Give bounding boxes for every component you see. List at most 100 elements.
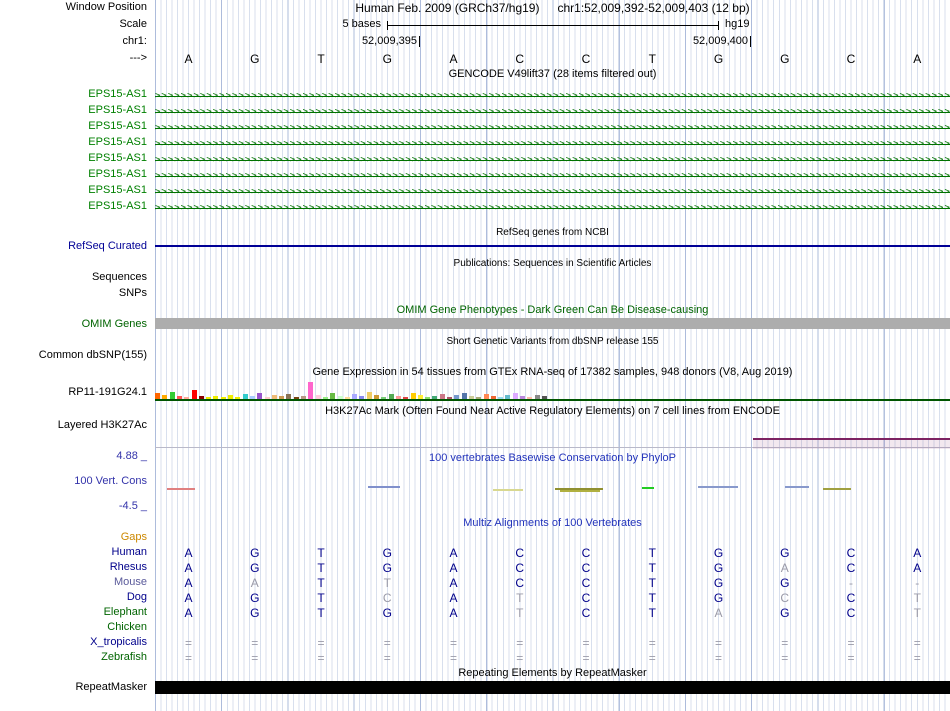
gtex-tissue-bar[interactable]	[293, 397, 299, 399]
gtex-tissue-bar[interactable]	[242, 394, 248, 399]
repeatmasker-track-label[interactable]: RepeatMasker	[0, 681, 147, 694]
multiz-track-title[interactable]: Multiz Alignments of 100 Vertebrates	[155, 517, 950, 530]
gencode-transcript-label[interactable]: EPS15-AS1	[0, 120, 147, 133]
gtex-tissue-bar[interactable]	[439, 394, 445, 399]
gtex-tissue-bar[interactable]	[417, 395, 423, 399]
gtex-tissue-bar[interactable]	[498, 397, 504, 399]
gtex-tissue-bar[interactable]	[206, 397, 212, 399]
gencode-transcript-arrows[interactable]: >>>>>>>>>>>>>>>>>>>>>>>>>>>>>>>>>>>>>>>>…	[155, 88, 950, 104]
gtex-tissue-bar[interactable]	[468, 396, 474, 399]
dbsnp-track-title[interactable]: Short Genetic Variants from dbSNP releas…	[155, 335, 950, 348]
dbsnp-track-label[interactable]: Common dbSNP(155)	[0, 349, 147, 362]
gtex-tissue-bar[interactable]	[403, 397, 409, 399]
gtex-tissue-bar[interactable]	[490, 396, 496, 399]
gtex-track-title[interactable]: Gene Expression in 54 tissues from GTEx …	[155, 366, 950, 379]
gencode-transcript-arrows[interactable]: >>>>>>>>>>>>>>>>>>>>>>>>>>>>>>>>>>>>>>>>…	[155, 120, 950, 136]
publications-track-title[interactable]: Publications: Sequences in Scientific Ar…	[155, 257, 950, 270]
gtex-tissue-bar[interactable]	[176, 396, 182, 399]
gtex-tissue-bar[interactable]	[359, 396, 365, 399]
sequences-track-label[interactable]: Sequences	[0, 271, 147, 284]
gencode-transcript-label[interactable]: EPS15-AS1	[0, 136, 147, 149]
alignment-species-label[interactable]: Zebrafish	[0, 651, 147, 664]
conservation-track-label[interactable]: 100 Vert. Cons	[0, 475, 147, 488]
gtex-tissue-bar[interactable]	[257, 393, 263, 399]
alignment-species-label[interactable]: Rhesus	[0, 561, 147, 574]
gencode-transcript-arrows[interactable]: >>>>>>>>>>>>>>>>>>>>>>>>>>>>>>>>>>>>>>>>…	[155, 200, 950, 216]
gencode-transcript-label[interactable]: EPS15-AS1	[0, 152, 147, 165]
gtex-expression-chart[interactable]	[155, 380, 950, 401]
gtex-tissue-bar[interactable]	[374, 395, 379, 399]
gtex-tissue-bar[interactable]	[220, 397, 226, 399]
gtex-tissue-bar[interactable]	[505, 395, 511, 399]
omim-track-label[interactable]: OMIM Genes	[0, 318, 147, 331]
gtex-tissue-bar[interactable]	[352, 394, 358, 399]
gtex-tissue-bar[interactable]	[432, 396, 438, 399]
repeatmasker-bar[interactable]	[155, 681, 950, 694]
gencode-transcript-arrows[interactable]: >>>>>>>>>>>>>>>>>>>>>>>>>>>>>>>>>>>>>>>>…	[155, 136, 950, 152]
gtex-tissue-bar[interactable]	[512, 393, 518, 399]
gtex-tissue-bar[interactable]	[527, 397, 533, 399]
gtex-tissue-bar[interactable]	[454, 395, 460, 399]
gtex-tissue-bar[interactable]	[541, 396, 547, 399]
gencode-transcript-label[interactable]: EPS15-AS1	[0, 104, 147, 117]
gtex-tissue-bar[interactable]	[447, 397, 452, 399]
refseq-gene-line[interactable]	[155, 245, 950, 247]
gtex-tissue-bar[interactable]	[169, 392, 175, 399]
gtex-tissue-bar[interactable]	[322, 397, 328, 399]
gtex-tissue-bar[interactable]	[483, 394, 489, 399]
gtex-tissue-bar[interactable]	[198, 396, 204, 399]
gencode-transcript-arrows[interactable]: >>>>>>>>>>>>>>>>>>>>>>>>>>>>>>>>>>>>>>>>…	[155, 104, 950, 120]
gtex-tissue-bar[interactable]	[249, 396, 255, 399]
track-image-area[interactable]: Human Feb. 2009 (GRCh37/hg19) chr1:52,00…	[155, 0, 950, 711]
gtex-tissue-bar[interactable]	[330, 393, 336, 399]
gtex-tissue-bar[interactable]	[191, 390, 197, 399]
gencode-transcript-label[interactable]: EPS15-AS1	[0, 88, 147, 101]
alignment-species-label[interactable]: X_tropicalis	[0, 636, 147, 649]
gtex-tissue-bar[interactable]	[271, 395, 277, 399]
omim-track-title[interactable]: OMIM Gene Phenotypes - Dark Green Can Be…	[155, 304, 950, 317]
gtex-tissue-bar[interactable]	[228, 395, 233, 399]
snps-track-label[interactable]: SNPs	[0, 287, 147, 300]
gtex-tissue-bar[interactable]	[461, 393, 467, 399]
refseq-track-title[interactable]: RefSeq genes from NCBI	[155, 226, 950, 239]
gencode-transcript-label[interactable]: EPS15-AS1	[0, 168, 147, 181]
gtex-tissue-bar[interactable]	[337, 396, 343, 399]
gtex-tissue-bar[interactable]	[476, 397, 482, 399]
gtex-tissue-bar[interactable]	[520, 396, 525, 399]
gtex-tissue-bar[interactable]	[264, 397, 270, 399]
gtex-tissue-bar[interactable]	[410, 393, 416, 399]
alignment-species-label[interactable]: Dog	[0, 591, 147, 604]
h3k27ac-signal-segment[interactable]	[753, 438, 950, 449]
gtex-tissue-bar[interactable]	[184, 397, 190, 399]
alignment-species-label[interactable]: Elephant	[0, 606, 147, 619]
gtex-tissue-bar[interactable]	[286, 394, 292, 399]
alignment-species-label[interactable]: Mouse	[0, 576, 147, 589]
gencode-transcript-arrows[interactable]: >>>>>>>>>>>>>>>>>>>>>>>>>>>>>>>>>>>>>>>>…	[155, 184, 950, 200]
gtex-tissue-bar[interactable]	[534, 395, 540, 399]
gencode-transcript-arrows[interactable]: >>>>>>>>>>>>>>>>>>>>>>>>>>>>>>>>>>>>>>>>…	[155, 168, 950, 184]
gencode-transcript-arrows[interactable]: >>>>>>>>>>>>>>>>>>>>>>>>>>>>>>>>>>>>>>>>…	[155, 152, 950, 168]
omim-gene-bar[interactable]	[155, 318, 950, 329]
h3k27ac-track-label[interactable]: Layered H3K27Ac	[0, 419, 147, 432]
conservation-plot[interactable]	[155, 478, 950, 508]
gtex-tissue-bar[interactable]	[315, 395, 321, 399]
gtex-tissue-bar[interactable]	[279, 396, 285, 399]
gtex-tissue-bar[interactable]	[381, 397, 387, 399]
alignment-species-label[interactable]: Chicken	[0, 621, 147, 634]
alignment-species-label[interactable]: Human	[0, 546, 147, 559]
gtex-tissue-bar[interactable]	[344, 397, 350, 399]
gencode-transcript-label[interactable]: EPS15-AS1	[0, 184, 147, 197]
h3k27ac-track-title[interactable]: H3K27Ac Mark (Often Found Near Active Re…	[155, 405, 950, 418]
phylop-track-title[interactable]: 100 vertebrates Basewise Conservation by…	[155, 452, 950, 465]
refseq-track-label[interactable]: RefSeq Curated	[0, 240, 147, 253]
gtex-tissue-bar[interactable]	[308, 382, 314, 399]
gtex-tissue-bar[interactable]	[162, 395, 168, 399]
gencode-track-title[interactable]: GENCODE V49lift37 (28 items filtered out…	[155, 68, 950, 81]
gtex-tissue-bar[interactable]	[425, 397, 431, 399]
gtex-tissue-bar[interactable]	[388, 394, 394, 399]
gtex-tissue-bar[interactable]	[395, 396, 401, 399]
gencode-transcript-label[interactable]: EPS15-AS1	[0, 200, 147, 213]
gtex-track-label[interactable]: RP11-191G24.1	[0, 386, 147, 399]
gtex-tissue-bar[interactable]	[155, 393, 160, 399]
gtex-tissue-bar[interactable]	[301, 396, 306, 399]
